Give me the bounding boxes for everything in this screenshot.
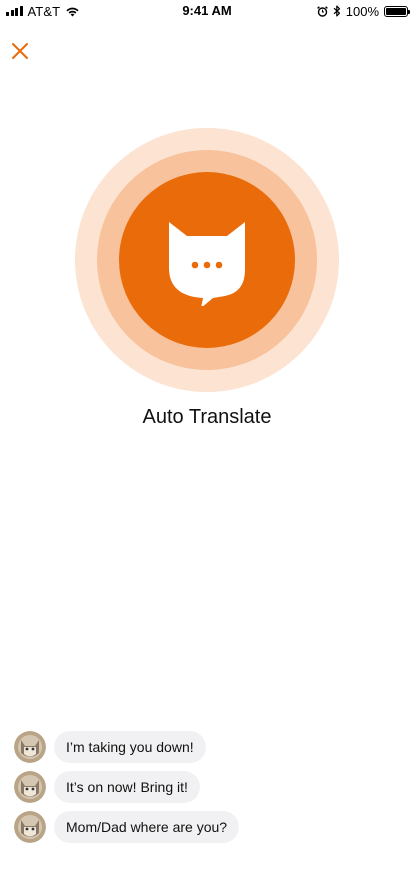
avatar: [14, 731, 46, 763]
message-bubble: I’m taking you down!: [54, 731, 206, 763]
bluetooth-icon: [333, 5, 340, 17]
message-bubble: Mom/Dad where are you?: [54, 811, 240, 843]
auto-translate-hero[interactable]: [75, 128, 339, 392]
message-bubble: It’s on now! Bring it!: [54, 771, 200, 803]
cat-chat-icon: [169, 222, 245, 306]
close-button[interactable]: [10, 41, 30, 61]
status-right: 100%: [316, 3, 410, 19]
battery-percent: 100%: [345, 3, 379, 19]
message-item[interactable]: Mom/Dad where are you?: [14, 810, 240, 844]
avatar: [14, 811, 46, 843]
avatar: [14, 771, 46, 803]
alarm-icon: [316, 5, 328, 17]
close-icon: [12, 43, 28, 59]
battery-icon: [384, 5, 410, 17]
status-bar: AT&T 9:41 AM 100%: [0, 0, 414, 22]
message-item[interactable]: I’m taking you down!: [14, 730, 206, 764]
hero-title: Auto Translate: [142, 406, 272, 428]
message-item[interactable]: It’s on now! Bring it!: [14, 770, 200, 804]
